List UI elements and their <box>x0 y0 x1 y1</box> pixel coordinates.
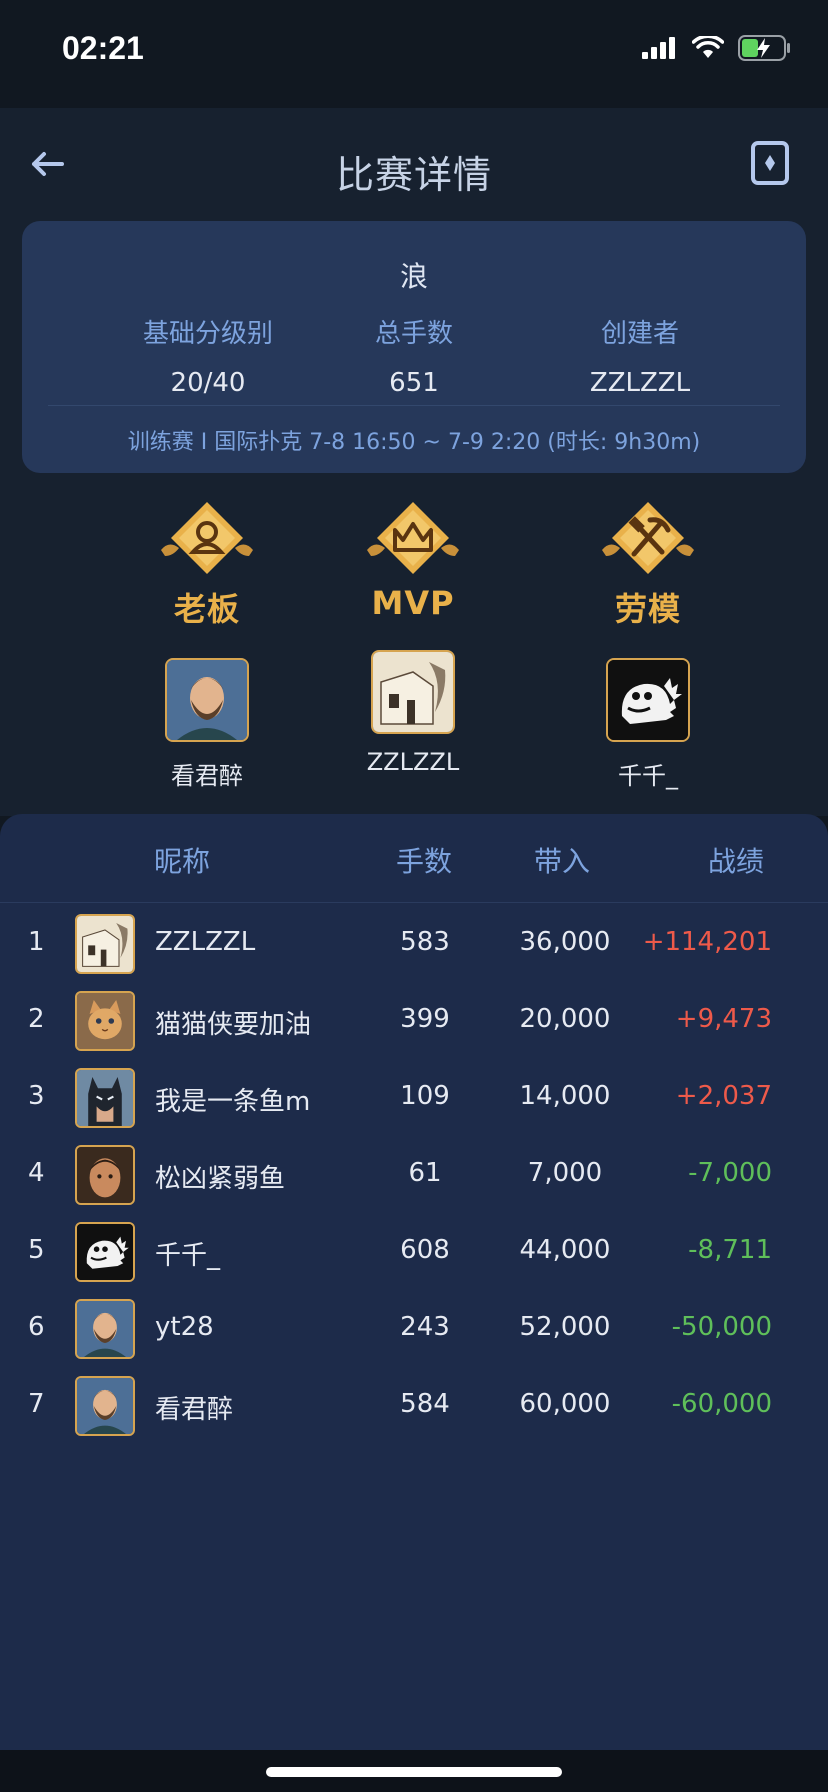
row-hands: 243 <box>400 1312 450 1342</box>
row-buyin: 14,000 <box>519 1081 611 1111</box>
row-buyin: 52,000 <box>519 1312 611 1342</box>
sketch-avatar[interactable] <box>371 650 455 734</box>
card-divider <box>48 405 780 406</box>
row-rank: 3 <box>28 1081 45 1111</box>
row-hands: 583 <box>400 927 450 957</box>
col-buyin: 带入 <box>534 845 591 878</box>
row-buyin: 20,000 <box>519 1004 611 1034</box>
award-mvp-title: MVP <box>371 584 455 622</box>
row-nickname: 千千_ <box>155 1241 221 1271</box>
game-meta: 训练赛 I 国际扑克 7-8 16:50 ~ 7-9 2:20 (时长: 9h3… <box>127 430 701 455</box>
stat-creator-value: ZZLZZL <box>589 368 691 398</box>
award-worker-title: 劳模 <box>614 590 681 628</box>
page-title: 比赛详情 <box>335 153 492 197</box>
award-mvp: MVP ZZLZZL <box>313 500 513 776</box>
row-hands: 61 <box>408 1158 442 1188</box>
award-mvp-player: ZZLZZL <box>366 748 460 776</box>
stat-creator-label: 创建者 <box>600 319 679 349</box>
row-rank: 1 <box>28 927 45 957</box>
dinosaur-avatar <box>75 1222 135 1282</box>
bearded-man-avatar[interactable] <box>165 658 249 742</box>
game-info-card: 浪 基础分级别 20/40 总手数 651 创建者 ZZLZZL 训练赛 I 国… <box>22 221 806 473</box>
table-row[interactable]: 2 猫猫侠要加油 399 20,000 +9,473 <box>0 982 828 1058</box>
bearded-man-avatar <box>75 1299 135 1359</box>
cat-avatar <box>75 991 135 1051</box>
bearded-man-avatar <box>75 1376 135 1436</box>
status-bar: 02:21 <box>0 0 828 108</box>
stat-level-value: 20/40 <box>170 368 246 398</box>
status-time: 02:21 <box>62 30 144 66</box>
row-rank: 6 <box>28 1312 45 1342</box>
award-worker-player: 千千_ <box>618 762 678 790</box>
row-hands: 608 <box>400 1235 450 1265</box>
batman-avatar <box>75 1068 135 1128</box>
row-result: +114,201 <box>642 927 772 957</box>
table-row[interactable]: 3 我是一条鱼m 109 14,000 +2,037 <box>0 1059 828 1135</box>
home-indicator[interactable] <box>266 1767 562 1777</box>
row-nickname: ZZLZZL <box>155 927 256 957</box>
table-row[interactable]: 5 千千_ 608 44,000 -8,711 <box>0 1213 828 1289</box>
crown-icon <box>367 502 459 574</box>
row-result: -50,000 <box>671 1312 772 1342</box>
award-worker: 劳模 千千_ <box>548 500 748 791</box>
hammer-pickaxe-icon <box>602 502 694 574</box>
row-result: -60,000 <box>671 1389 772 1419</box>
col-nickname: 昵称 <box>154 845 211 878</box>
col-hands: 手数 <box>396 845 453 878</box>
table-row[interactable]: 1 ZZLZZL 583 36,000 +114,201 <box>0 905 828 981</box>
row-result: +2,037 <box>675 1081 772 1111</box>
col-result: 战绩 <box>707 845 764 878</box>
row-rank: 5 <box>28 1235 45 1265</box>
table-row[interactable]: 7 看君醉 584 60,000 -60,000 <box>0 1367 828 1443</box>
game-name: 浪 <box>399 260 428 293</box>
row-nickname: 猫猫侠要加油 <box>155 1010 312 1040</box>
row-result: -7,000 <box>688 1158 772 1188</box>
stat-hands: 总手数 651 <box>294 313 534 398</box>
row-buyin: 44,000 <box>519 1235 611 1265</box>
stat-creator: 创建者 ZZLZZL <box>520 313 760 398</box>
table-row[interactable]: 4 松凶紧弱鱼 61 7,000 -7,000 <box>0 1136 828 1212</box>
row-buyin: 36,000 <box>519 927 611 957</box>
card-share-icon[interactable] <box>750 140 790 186</box>
stat-level-label: 基础分级别 <box>142 319 273 349</box>
table-header: 昵称 手数 带入 战绩 <box>0 814 828 903</box>
row-nickname: 松凶紧弱鱼 <box>155 1164 286 1194</box>
cellular-signal-icon <box>642 37 675 59</box>
award-boss-title: 老板 <box>173 590 240 628</box>
row-rank: 4 <box>28 1158 45 1188</box>
stat-hands-value: 651 <box>389 368 439 398</box>
battery-charging-icon <box>738 35 790 61</box>
row-nickname: yt28 <box>155 1312 214 1342</box>
status-icons <box>642 34 792 62</box>
results-table: 昵称 手数 带入 战绩 1 ZZLZZL 583 36,000 +114,201… <box>0 814 828 1750</box>
award-boss-player: 看君醉 <box>171 762 243 790</box>
row-buyin: 60,000 <box>519 1389 611 1419</box>
row-hands: 399 <box>400 1004 450 1034</box>
row-hands: 584 <box>400 1389 450 1419</box>
row-nickname: 看君醉 <box>155 1395 234 1425</box>
sketch-avatar <box>75 914 135 974</box>
table-row[interactable]: 6 yt28 243 52,000 -50,000 <box>0 1290 828 1366</box>
row-rank: 2 <box>28 1004 45 1034</box>
portrait-avatar <box>75 1145 135 1205</box>
dinosaur-avatar[interactable] <box>606 658 690 742</box>
nav-header: 比赛详情 <box>0 108 828 220</box>
row-result: +9,473 <box>675 1004 772 1034</box>
wifi-icon <box>692 36 724 58</box>
stat-hands-label: 总手数 <box>374 319 453 349</box>
award-boss: 老板 看君醉 <box>107 500 307 791</box>
boss-icon <box>161 502 253 574</box>
stat-level: 基础分级别 20/40 <box>88 313 328 398</box>
row-hands: 109 <box>400 1081 450 1111</box>
row-result: -8,711 <box>688 1235 772 1265</box>
row-rank: 7 <box>28 1389 45 1419</box>
row-nickname: 我是一条鱼m <box>155 1087 311 1117</box>
row-buyin: 7,000 <box>527 1158 603 1188</box>
